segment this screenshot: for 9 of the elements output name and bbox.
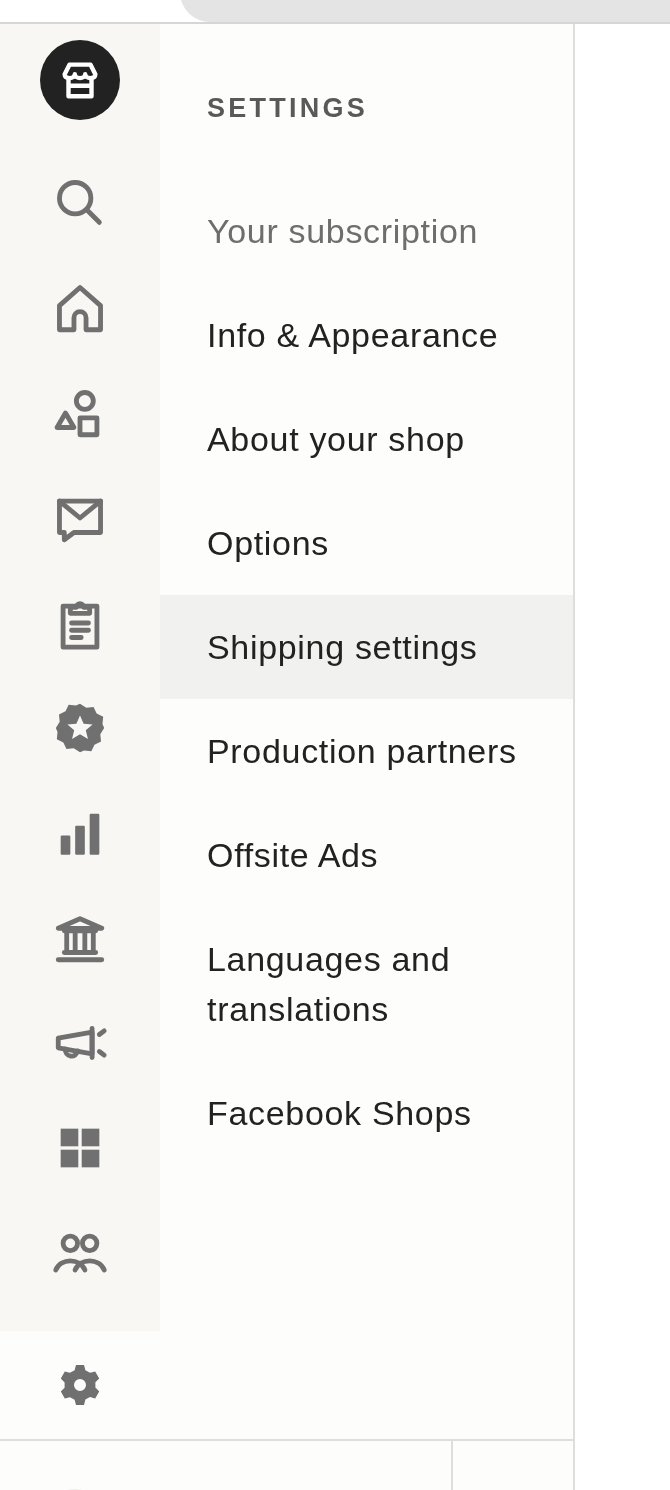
- settings-menu-item[interactable]: Languages and translations: [160, 906, 573, 1061]
- settings-menu-item[interactable]: Info & Appearance: [160, 282, 573, 387]
- settings-menu-item[interactable]: Shipping settings: [160, 594, 573, 699]
- settings-menu-item[interactable]: Facebook Shops: [160, 1060, 573, 1165]
- section-heading: SETTINGS: [206, 92, 369, 125]
- settings-menu-item[interactable]: About your shop: [160, 386, 573, 491]
- settings-menu-item[interactable]: Offsite Ads: [160, 802, 573, 907]
- settings-menu-item[interactable]: Production partners: [160, 698, 573, 803]
- settings-menu-item[interactable]: Options: [160, 490, 573, 595]
